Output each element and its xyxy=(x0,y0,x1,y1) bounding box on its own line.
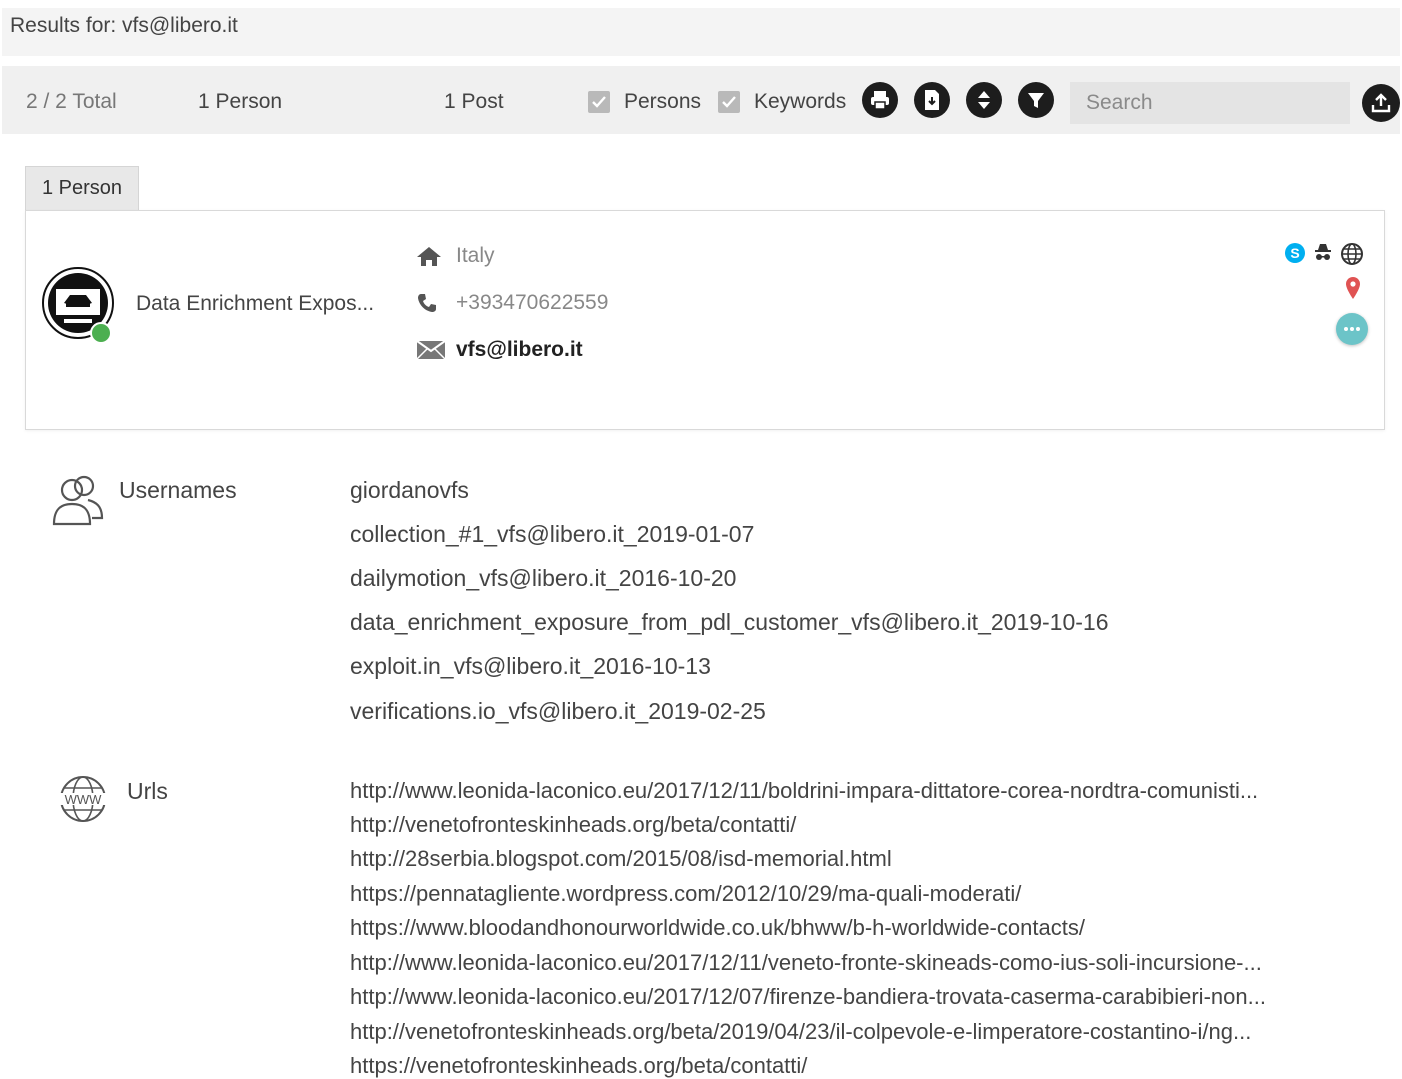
username-item: exploit.in_vfs@libero.it_2016-10-13 xyxy=(350,653,711,679)
results-toolbar: 2 / 2 Total 1 Person 1 Post Persons Keyw… xyxy=(2,66,1400,134)
persons-count[interactable]: 1 Person xyxy=(198,90,282,114)
country-value: Italy xyxy=(456,244,495,267)
www-globe-icon: WWW xyxy=(58,774,108,829)
persons-filter-label: Persons xyxy=(624,90,702,113)
posts-count[interactable]: 1 Post xyxy=(444,90,504,114)
username-item: verifications.io_vfs@libero.it_2019-02-2… xyxy=(350,698,766,724)
sort-icon[interactable] xyxy=(966,82,1002,118)
url-link[interactable]: http://www.leonida-laconico.eu/2017/12/1… xyxy=(350,950,1380,976)
person-country: Italy xyxy=(416,244,495,268)
mail-icon xyxy=(416,338,446,362)
svg-text:S: S xyxy=(1290,245,1299,261)
username-item: collection_#1_vfs@libero.it_2019-01-07 xyxy=(350,521,755,547)
results-header: Results for: vfs@libero.it xyxy=(2,8,1400,56)
tab-persons[interactable]: 1 Person xyxy=(25,166,139,210)
url-link[interactable]: https://www.bloodandhonourworldwide.co.u… xyxy=(350,915,1380,941)
online-status-icon xyxy=(90,322,112,344)
phone-icon xyxy=(416,291,446,315)
checkbox-checked-icon[interactable] xyxy=(588,91,610,113)
persons-filter-checkbox[interactable]: Persons xyxy=(588,90,701,114)
results-query-label: Results for: vfs@libero.it xyxy=(10,14,238,37)
total-count: 2 / 2 Total xyxy=(26,90,117,113)
home-icon xyxy=(416,244,446,268)
skype-icon[interactable]: S xyxy=(1284,242,1306,271)
tab-persons-label: 1 Person xyxy=(41,177,123,199)
users-icon xyxy=(50,472,106,535)
person-phone: +393470622559 xyxy=(416,291,608,315)
pdf-export-icon[interactable] xyxy=(914,82,950,118)
filter-icon[interactable] xyxy=(1018,82,1054,118)
urls-label: Urls xyxy=(127,778,168,804)
url-link[interactable]: http://www.leonida-laconico.eu/2017/12/0… xyxy=(350,984,1380,1010)
usernames-label: Usernames xyxy=(119,477,237,503)
source-icons: S xyxy=(1284,242,1364,271)
username-item: giordanovfs xyxy=(350,477,469,503)
upload-icon[interactable] xyxy=(1362,84,1400,122)
keywords-filter-label: Keywords xyxy=(754,90,847,113)
print-icon[interactable] xyxy=(862,82,898,118)
url-link[interactable]: http://venetofronteskinheads.org/beta/co… xyxy=(350,812,1380,838)
url-link[interactable]: http://www.leonida-laconico.eu/2017/12/1… xyxy=(350,778,1380,804)
url-link[interactable]: https://venetofronteskinheads.org/beta/c… xyxy=(350,1053,1380,1079)
person-email: vfs@libero.it xyxy=(416,338,583,362)
username-item: data_enrichment_exposure_from_pdl_custom… xyxy=(350,609,1109,635)
checkbox-checked-icon[interactable] xyxy=(718,91,740,113)
url-link[interactable]: https://pennatagliente.wordpress.com/201… xyxy=(350,881,1380,907)
globe-icon[interactable] xyxy=(1340,242,1364,271)
person-card[interactable] xyxy=(25,210,1385,430)
search-input[interactable] xyxy=(1070,82,1350,124)
url-link[interactable]: http://venetofronteskinheads.org/beta/20… xyxy=(350,1019,1380,1045)
keywords-filter-checkbox[interactable]: Keywords xyxy=(718,90,846,114)
location-pin-icon[interactable] xyxy=(1344,276,1362,305)
more-options-icon[interactable] xyxy=(1336,313,1368,345)
phone-value: +393470622559 xyxy=(456,291,609,314)
svg-text:WWW: WWW xyxy=(65,792,103,807)
person-name[interactable]: Data Enrichment Expos... xyxy=(136,292,374,316)
username-item: dailymotion_vfs@libero.it_2016-10-20 xyxy=(350,565,737,591)
anonymous-icon[interactable] xyxy=(1312,242,1334,271)
email-value: vfs@libero.it xyxy=(456,338,583,361)
url-link[interactable]: http://28serbia.blogspot.com/2015/08/isd… xyxy=(350,846,1380,872)
